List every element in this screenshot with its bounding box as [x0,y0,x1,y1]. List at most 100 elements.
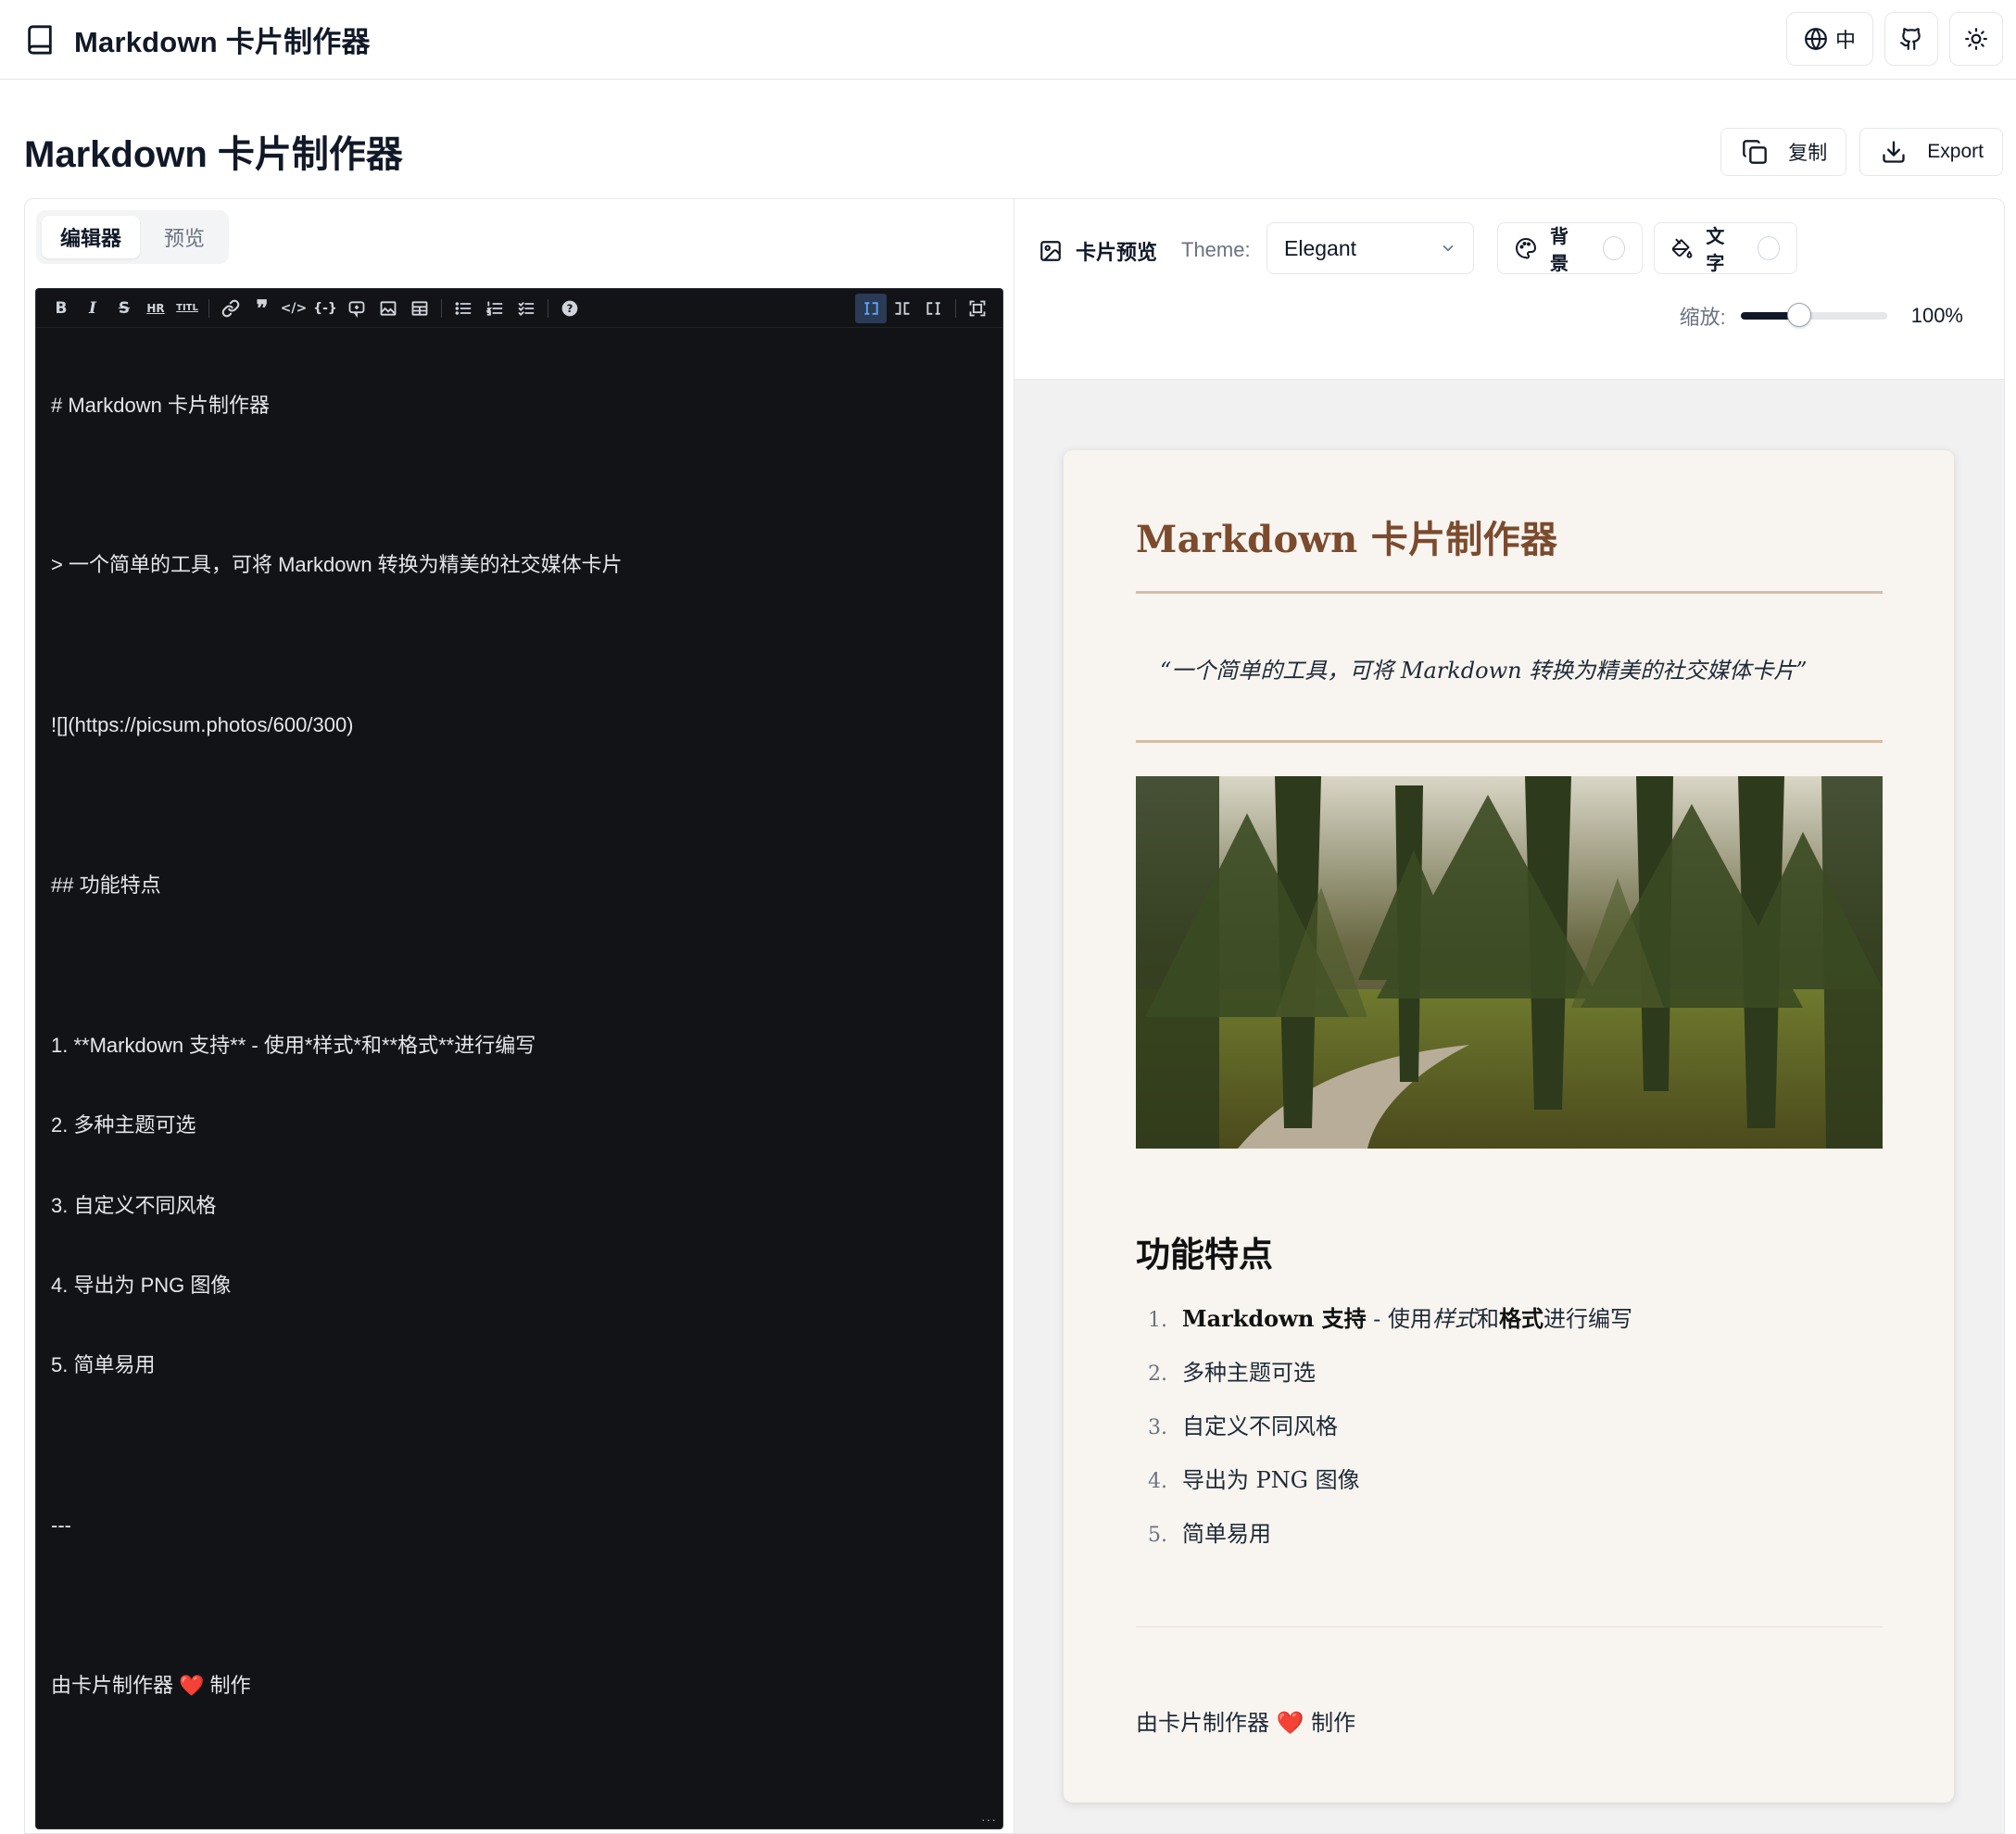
code-line: ![](https://picsum.photos/600/300) [51,713,354,737]
strikethrough-icon[interactable]: S [108,294,140,323]
list-bold-text: 格式 [1499,1305,1544,1332]
footer-text-before: 由卡片制作器 [1136,1710,1277,1736]
preview-area: Markdown 卡片制作器 “一个简单的工具，可将 Markdown 转换为精… [1014,380,2004,1833]
code-line: 3. 自定义不同风格 [51,1193,217,1217]
sun-icon [1965,28,1987,50]
heart-icon: ❤️ [1276,1710,1304,1736]
image-icon[interactable] [372,294,404,323]
toolbar-divider [441,298,442,318]
editor-content[interactable]: # Markdown 卡片制作器 > 一个简单的工具，可将 Markdown 转… [36,328,1002,1764]
code-line: 1. **Markdown 支持** - 使用*样式*和**格式**进行编写 [51,1033,536,1057]
text-color-button[interactable]: 文字 [1654,222,1797,274]
theme-label: Theme: [1181,238,1251,261]
card-quote: “一个简单的工具，可将 Markdown 转换为精美的社交媒体卡片” [1160,658,1808,684]
fullscreen-icon[interactable] [962,294,993,323]
ordered-list-icon[interactable] [479,294,510,323]
list-item: 1. Markdown 支持 - 使用样式和格式进行编写 [1136,1300,1632,1354]
bold-icon[interactable]: B [45,294,77,323]
quote-icon[interactable]: ❞ [246,294,278,323]
help-icon[interactable]: ? [554,294,586,323]
theme-toggle-button[interactable] [1949,12,2003,66]
tab-preview[interactable]: 预览 [145,216,223,258]
resize-handle[interactable]: ··· [981,1812,997,1827]
code-block-icon[interactable]: {-} [309,294,341,323]
code-icon[interactable]: </> [278,294,309,323]
preview-title: 卡片预览 [1076,241,1158,264]
code-line: > 一个简单的工具，可将 Markdown 转换为精美的社交媒体卡片 [51,553,623,577]
language-button[interactable]: 中 [1785,12,1873,66]
forest-image [1136,776,1883,1149]
code-line: ## 功能特点 [51,873,161,897]
paint-bucket-icon [1671,238,1693,258]
palette-icon [1516,238,1536,259]
preview-label: 卡片预览 [1039,236,1157,266]
theme-value: Elegant [1284,235,1357,260]
card-feature-list: 1. Markdown 支持 - 使用样式和格式进行编写 2. 多种主题可选 3… [1136,1300,1632,1569]
list-number: 3. [1148,1416,1167,1439]
github-icon [1900,28,1921,50]
list-item: 3. 自定义不同风格 [1136,1408,1632,1462]
comment-icon[interactable] [341,294,372,323]
unordered-list-icon[interactable] [447,294,479,323]
hr-icon[interactable]: HR [140,294,171,323]
editor-toolbar: B I S HR TITL ❞ </> {-} ? [36,289,1002,328]
code-line: # Markdown 卡片制作器 [51,393,270,417]
globe-icon [1805,28,1827,51]
text-color-label: 文字 [1706,227,1725,274]
brand: Markdown 卡片制作器 [24,19,371,60]
code-line: --- [51,1514,71,1538]
edit-mode-icon[interactable] [855,293,887,323]
text-color-swatch [1758,236,1780,260]
copy-label: 复制 [1788,143,1828,164]
italic-icon[interactable]: I [77,294,108,323]
language-label: 中 [1834,29,1856,52]
markdown-editor[interactable]: B I S HR TITL ❞ </> {-} ? # Markdown 卡片制… [35,288,1003,1829]
zoom-control: 缩放: 100% [1680,301,1963,331]
list-text: 简单易用 [1182,1521,1271,1547]
export-label: Export [1927,141,1984,162]
image-icon [1040,241,1061,261]
zoom-slider[interactable] [1740,303,1887,327]
github-button[interactable] [1884,12,1938,66]
code-line: 5. 简单易用 [51,1353,156,1377]
preview-header: 卡片预览 Theme: Elegant 背景 文字 缩放: 100% [1014,199,2004,380]
background-color-button[interactable]: 背景 [1497,222,1643,274]
zoom-slider-thumb[interactable] [1786,303,1811,327]
tab-editor[interactable]: 编辑器 [42,216,141,258]
list-text: 和 [1477,1306,1500,1332]
task-list-icon[interactable] [510,294,542,323]
copy-button[interactable]: 复制 [1720,128,1847,176]
code-line: 2. 多种主题可选 [51,1113,196,1137]
list-italic-text: 样式 [1432,1306,1478,1332]
main-panel: 编辑器 预览 B I S HR TITL ❞ </> {-} ? # Markd… [24,198,2005,1834]
list-item: 5. 简单易用 [1136,1515,1632,1569]
chevron-down-icon [1443,245,1454,252]
theme-select[interactable]: Elegant [1266,222,1474,274]
table-icon[interactable] [404,294,435,323]
card-title: Markdown 卡片制作器 [1136,518,1558,561]
toolbar-divider [955,298,956,318]
list-item: 4. 导出为 PNG 图像 [1136,1462,1632,1515]
editor-column: 编辑器 预览 B I S HR TITL ❞ </> {-} ? # Markd… [25,199,1014,1833]
card-preview: Markdown 卡片制作器 “一个简单的工具，可将 Markdown 转换为精… [1064,450,1954,1803]
toolbar-divider [208,298,209,318]
footer-text-after: 制作 [1304,1710,1356,1736]
background-label: 背景 [1549,227,1569,274]
list-number: 2. [1148,1363,1167,1386]
preview-mode-icon[interactable] [918,294,950,323]
link-icon[interactable] [215,294,246,323]
title-icon[interactable]: TITL [171,294,203,323]
card-subheading: 功能特点 [1136,1234,1273,1275]
list-text: 导出为 PNG 图像 [1182,1467,1360,1493]
download-icon [1883,141,1905,163]
export-button[interactable]: Export [1859,128,2003,176]
split-mode-icon[interactable] [887,294,918,323]
zoom-label: 缩放: [1679,306,1726,329]
svg-text:?: ? [567,302,573,315]
list-item: 2. 多种主题可选 [1136,1354,1632,1408]
list-number: 1. [1148,1309,1167,1332]
